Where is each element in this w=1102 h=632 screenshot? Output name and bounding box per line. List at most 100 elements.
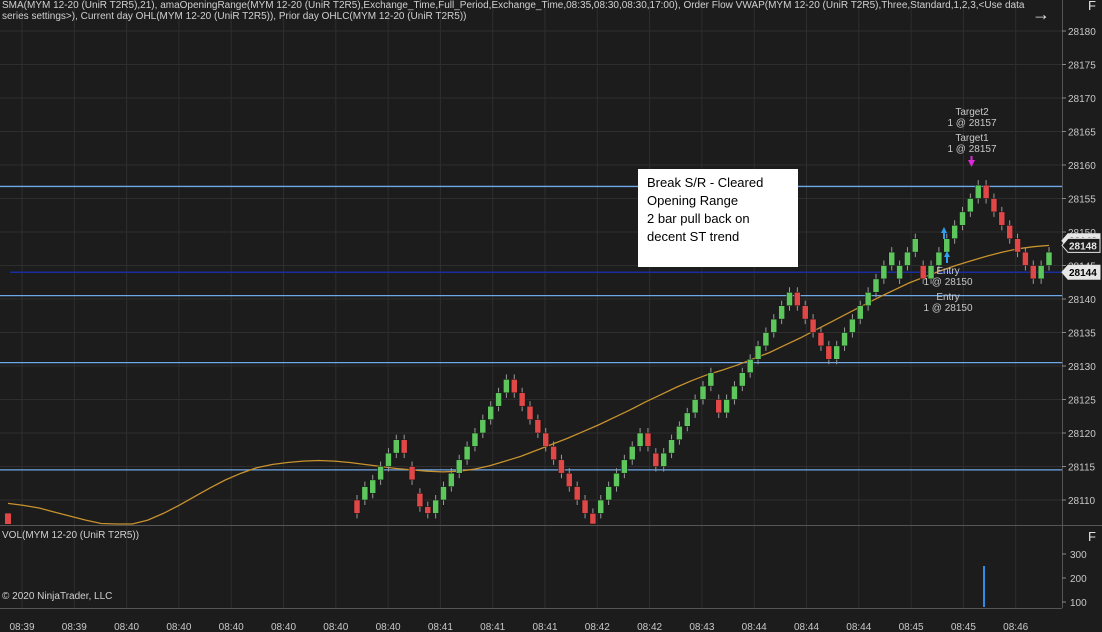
x-tick-label: 08:40 <box>219 622 244 632</box>
y-tick-label: 28160 <box>1068 161 1096 172</box>
up-bar <box>841 332 848 347</box>
up-bar <box>361 486 369 501</box>
down-bar <box>534 419 542 434</box>
x-tick-label: 08:39 <box>9 622 34 632</box>
copyright-text: © 2020 NinjaTrader, LLC <box>2 591 113 602</box>
price-marker-label: 28148 <box>1069 241 1097 252</box>
x-tick-label: 08:42 <box>585 622 610 632</box>
up-bar <box>904 251 911 266</box>
up-bar <box>597 499 605 514</box>
down-bar <box>715 399 722 414</box>
volume-panel-maximize-button[interactable]: F <box>1088 529 1096 544</box>
down-bar <box>801 305 809 320</box>
up-bar <box>754 345 762 360</box>
up-bar <box>495 392 502 407</box>
price-axis: 2818028175281702816528160281552815028145… <box>1061 27 1101 507</box>
down-bar <box>589 513 597 525</box>
up-bar <box>636 432 644 447</box>
up-bar <box>621 459 628 474</box>
up-bar <box>691 399 699 414</box>
y-tick-label: 28170 <box>1068 94 1096 105</box>
down-bar <box>400 439 408 454</box>
y-tick-label: 28130 <box>1068 362 1096 373</box>
x-tick-label: 08:41 <box>532 622 557 632</box>
x-tick-label: 08:45 <box>899 622 924 632</box>
down-bar <box>644 432 652 447</box>
volume-indicator-title: VOL(MYM 12-20 (UniR T2R5)) <box>2 530 140 541</box>
arrow-right-icon[interactable]: → <box>1030 3 1052 25</box>
up-bar <box>487 405 494 420</box>
y-tick-label: 28175 <box>1068 61 1096 72</box>
down-bar <box>1022 251 1029 266</box>
y-tick-label: 28120 <box>1068 429 1096 440</box>
up-bar <box>778 305 785 320</box>
x-tick-label: 08:41 <box>480 622 505 632</box>
up-bar <box>896 265 903 280</box>
down-bar <box>1014 238 1021 253</box>
annotation-line: Break S/R - Cleared <box>647 175 764 190</box>
up-bar <box>684 412 691 427</box>
up-bar <box>943 238 951 253</box>
volume-axis-label: 100 <box>1070 598 1087 609</box>
up-bar <box>967 198 974 213</box>
up-bar <box>833 345 840 360</box>
up-bar <box>880 265 888 280</box>
down-bar <box>581 499 589 514</box>
down-bar <box>5 513 11 524</box>
up-bar <box>888 251 895 266</box>
down-bar <box>542 432 549 447</box>
up-bar <box>676 426 683 440</box>
up-bar <box>746 359 754 373</box>
up-bar <box>935 251 943 266</box>
up-bar <box>455 459 463 474</box>
up-bar <box>440 486 447 501</box>
x-tick-label: 08:40 <box>271 622 296 632</box>
down-bar <box>408 466 416 481</box>
up-bar <box>849 318 856 333</box>
x-tick-label: 08:44 <box>794 622 819 632</box>
down-bar <box>652 452 660 467</box>
chart-background <box>0 0 1102 632</box>
down-bar <box>794 292 801 306</box>
up-bar <box>951 225 958 239</box>
chart-grid <box>0 0 1102 632</box>
up-bar <box>864 292 872 306</box>
down-bar <box>526 405 534 420</box>
down-bar <box>573 486 581 501</box>
up-bar <box>731 385 738 400</box>
up-bar <box>628 446 636 461</box>
entry-label: Entry 1 @ 28150 <box>923 266 973 288</box>
down-bar <box>1030 265 1037 280</box>
x-tick-label: 08:41 <box>428 622 453 632</box>
target1-label: Target1 1 @ 28157 <box>947 133 997 155</box>
up-bar <box>786 292 793 306</box>
x-tick-label: 08:46 <box>1003 622 1028 632</box>
up-bar <box>432 499 439 514</box>
up-bar <box>857 305 864 320</box>
chart-canvas[interactable]: 2818028175281702816528160281552815028145… <box>0 0 1102 632</box>
target2-label: Target2 1 @ 28157 <box>947 107 997 129</box>
x-tick-label: 08:45 <box>951 622 976 632</box>
up-bar <box>613 472 620 487</box>
down-bar <box>566 472 573 487</box>
x-tick-label: 08:40 <box>323 622 348 632</box>
x-tick-label: 08:40 <box>114 622 139 632</box>
volume-axis-label: 300 <box>1070 550 1087 561</box>
up-bar <box>605 486 612 501</box>
up-bar <box>770 318 778 333</box>
x-tick-label: 08:43 <box>689 622 714 632</box>
y-tick-label: 28125 <box>1068 396 1096 407</box>
y-tick-label: 28115 <box>1068 463 1096 474</box>
panel-maximize-button[interactable]: F <box>1088 0 1096 13</box>
down-bar <box>809 318 817 333</box>
up-bar <box>369 479 376 494</box>
up-bar <box>1045 251 1053 266</box>
annotation-line: 2 bar pull back on <box>647 211 750 226</box>
entry-label: Entry 1 @ 28150 <box>923 292 973 314</box>
y-tick-label: 28135 <box>1068 329 1096 340</box>
down-bar <box>990 198 998 213</box>
up-bar <box>974 184 982 199</box>
down-bar <box>416 493 424 507</box>
text-annotation[interactable]: Break S/R - Cleared Opening Range 2 bar … <box>638 169 798 267</box>
x-tick-label: 08:44 <box>846 622 871 632</box>
